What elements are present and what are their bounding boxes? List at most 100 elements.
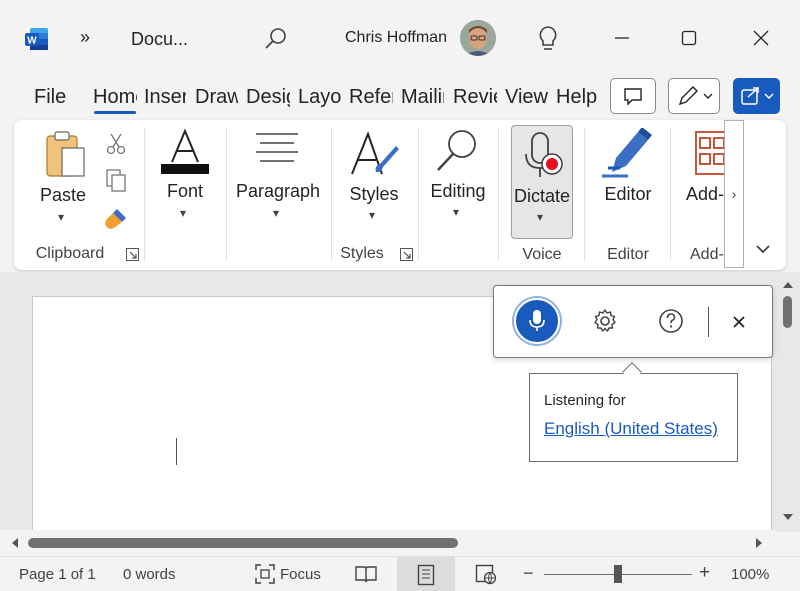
microphone-icon <box>525 132 563 177</box>
help-icon <box>659 309 683 333</box>
ribbon-separator <box>144 128 145 260</box>
print-layout-button[interactable] <box>397 557 455 591</box>
ribbon-scroll-right-button[interactable]: › <box>724 120 744 268</box>
styles-label: Styles <box>349 184 399 204</box>
tab-help[interactable]: Help <box>556 86 598 109</box>
scroll-down-icon[interactable] <box>776 510 800 524</box>
svg-text:W: W <box>27 36 37 47</box>
vertical-scroll-thumb[interactable] <box>783 296 792 328</box>
addins-label: Add- <box>686 184 724 204</box>
pencil-icon <box>678 86 713 106</box>
listening-tooltip: Listening for English (United States) <box>529 373 738 462</box>
paragraph-label: Paragraph <box>236 181 321 201</box>
copy-icon[interactable] <box>104 168 128 194</box>
zoom-out-button[interactable]: − <box>523 563 534 584</box>
editor-pen-icon <box>602 128 652 178</box>
dictate-label: Dictate <box>513 186 571 206</box>
addins-button[interactable] <box>686 128 724 228</box>
word-icon[interactable]: W <box>24 26 50 52</box>
ribbon-options-button[interactable] <box>752 238 774 260</box>
settings-button[interactable] <box>592 308 618 334</box>
addins-grid-icon <box>695 131 724 175</box>
editor-label: Editor <box>604 184 652 204</box>
editing-label: Editing <box>430 181 486 201</box>
page-count[interactable]: Page 1 of 1 <box>19 566 96 583</box>
more-commands-button[interactable]: » <box>80 27 90 48</box>
document-title[interactable]: Docu... <box>131 29 188 50</box>
clipboard-icon <box>46 131 85 177</box>
tab-mailings[interactable]: Mailings <box>401 86 444 109</box>
editing-mode-button[interactable] <box>668 78 720 114</box>
focus-icon[interactable] <box>254 563 276 585</box>
editor-group-label: Editor <box>607 246 649 263</box>
search-icon[interactable] <box>263 26 289 52</box>
scroll-right-icon[interactable] <box>752 531 766 555</box>
maximize-button[interactable] <box>669 18 709 58</box>
text-cursor <box>176 438 177 465</box>
tab-view[interactable]: View <box>505 86 549 109</box>
zoom-in-button[interactable]: + <box>699 562 710 584</box>
dictation-toolbar <box>493 285 773 358</box>
tab-design[interactable]: Design <box>246 86 290 109</box>
close-button[interactable] <box>741 18 781 58</box>
chevron-down-icon <box>756 245 770 254</box>
tab-insert[interactable]: Insert <box>144 86 186 109</box>
focus-label[interactable]: Focus <box>280 566 321 583</box>
lightbulb-icon[interactable] <box>536 25 560 53</box>
horizontal-scrollbar[interactable] <box>0 530 776 556</box>
styles-launcher-icon[interactable] <box>400 248 413 261</box>
horizontal-scroll-thumb[interactable] <box>28 538 458 548</box>
editor-button[interactable] <box>598 128 658 228</box>
tab-references[interactable]: References <box>349 86 393 109</box>
read-mode-icon[interactable] <box>354 563 378 585</box>
tab-review[interactable]: Review <box>453 86 497 109</box>
ribbon-separator <box>670 128 671 260</box>
mic-toggle-button[interactable] <box>514 298 560 344</box>
vertical-scrollbar[interactable] <box>776 272 800 530</box>
close-dictation-button[interactable] <box>732 315 746 329</box>
styles-chevron-icon[interactable]: ▾ <box>369 208 375 222</box>
scroll-up-icon[interactable] <box>776 278 800 292</box>
listening-label: Listening for <box>544 392 626 409</box>
help-button[interactable] <box>658 308 684 334</box>
avatar[interactable] <box>460 20 496 56</box>
cut-icon[interactable] <box>104 132 128 156</box>
tab-draw[interactable]: Draw <box>195 86 238 109</box>
ribbon-separator <box>226 128 227 260</box>
ribbon-separator <box>331 128 332 260</box>
tab-layout[interactable]: Layout <box>298 86 341 109</box>
voice-group-label: Voice <box>522 246 562 263</box>
zoom-level[interactable]: 100% <box>731 566 769 583</box>
minimize-icon <box>615 37 629 39</box>
editing-chevron-icon[interactable]: ▾ <box>453 205 459 219</box>
font-label: Font <box>166 181 204 201</box>
share-button[interactable] <box>733 78 780 114</box>
addins-group-label: Add- <box>690 246 724 263</box>
clipboard-group-label: Clipboard <box>35 245 105 262</box>
word-count[interactable]: 0 words <box>123 566 176 583</box>
styles-group-label: Styles <box>340 245 384 262</box>
comments-button[interactable] <box>610 78 656 114</box>
language-link[interactable]: English (United States) <box>544 419 718 439</box>
paste-chevron-icon[interactable]: ▾ <box>58 210 64 224</box>
format-painter-icon[interactable] <box>103 206 129 232</box>
styles-icon <box>351 131 399 175</box>
paragraph-chevron-icon[interactable]: ▾ <box>273 206 279 220</box>
ribbon-separator <box>584 128 585 260</box>
web-layout-icon[interactable] <box>475 563 497 585</box>
microphone-icon <box>529 310 545 331</box>
dictate-chevron-icon[interactable]: ▾ <box>537 210 543 224</box>
chevron-right-icon: › <box>731 186 737 202</box>
align-icon <box>256 133 298 162</box>
scroll-left-icon[interactable] <box>8 531 22 555</box>
user-name[interactable]: Chris Hoffman <box>345 29 447 47</box>
font-chevron-icon[interactable]: ▾ <box>180 206 186 220</box>
tab-home[interactable]: Home <box>93 86 137 109</box>
ribbon-separator <box>498 128 499 260</box>
clipboard-launcher-icon[interactable] <box>126 248 139 261</box>
zoom-slider-thumb[interactable] <box>614 565 622 583</box>
minimize-button[interactable] <box>602 18 642 58</box>
close-icon <box>753 30 769 46</box>
tab-file[interactable]: File <box>34 86 68 109</box>
comment-icon <box>624 88 642 106</box>
